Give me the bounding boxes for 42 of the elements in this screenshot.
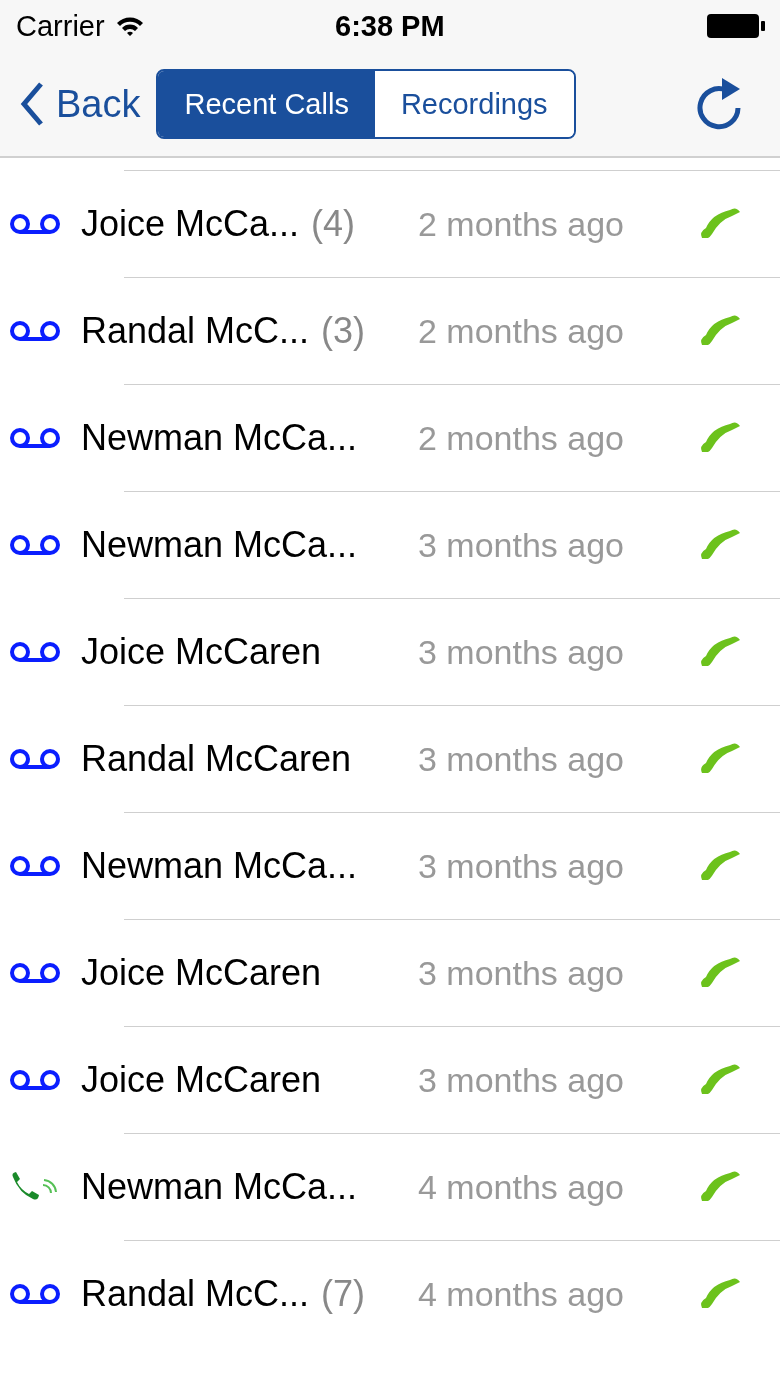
call-time: 4 months ago — [418, 1167, 625, 1207]
voicemail-icon — [9, 641, 61, 663]
contact-name: Randal McC... — [81, 310, 310, 352]
segment-tab[interactable]: Recordings — [374, 71, 574, 137]
contact-name: Joice McCaren — [81, 631, 322, 673]
call-time: 3 months ago — [418, 953, 625, 993]
contact-name: Newman McCa... — [81, 845, 358, 887]
voicemail-icon — [9, 1069, 61, 1091]
contact-name: Joice McCaren — [81, 952, 322, 994]
call-time: 3 months ago — [418, 525, 625, 565]
call-count: (4) — [311, 203, 356, 245]
voicemail-icon — [9, 855, 61, 877]
contact-name: Joice McCaren — [81, 1059, 322, 1101]
contact-name: Randal McCaren — [81, 738, 352, 780]
voicemail-icon — [9, 320, 61, 342]
voicemail-icon — [9, 748, 61, 770]
call-time: 2 months ago — [418, 204, 625, 244]
call-time: 3 months ago — [418, 739, 625, 779]
call-count: (7) — [321, 1273, 366, 1315]
battery-icon — [706, 13, 766, 39]
contact-name: Joice McCa... — [81, 203, 300, 245]
voicemail-icon — [9, 427, 61, 449]
contact-name: Newman McCa... — [81, 524, 358, 566]
call-time: 3 months ago — [418, 632, 625, 672]
voicemail-icon — [9, 534, 61, 556]
call-time: 3 months ago — [418, 846, 625, 886]
back-button[interactable]: Back — [20, 81, 141, 127]
call-count: (3) — [321, 310, 366, 352]
voicemail-icon — [9, 1283, 61, 1305]
voicemail-icon — [9, 213, 61, 235]
call-time: 2 months ago — [418, 418, 625, 458]
call-time: 2 months ago — [418, 311, 625, 351]
call-time: 3 months ago — [418, 1060, 625, 1100]
contact-name: Newman McCa... — [81, 417, 358, 459]
voicemail-icon — [9, 962, 61, 984]
back-chevron-icon — [20, 81, 44, 127]
carrier-name: Carrier — [16, 9, 105, 43]
segment-tab[interactable]: Recent Calls — [158, 71, 375, 137]
clock-time: 6:38 PM — [335, 10, 445, 43]
call-time: 4 months ago — [418, 1274, 625, 1314]
contact-name: Randal McC... — [81, 1273, 310, 1315]
contact-name: Newman McCa... — [81, 1166, 358, 1208]
